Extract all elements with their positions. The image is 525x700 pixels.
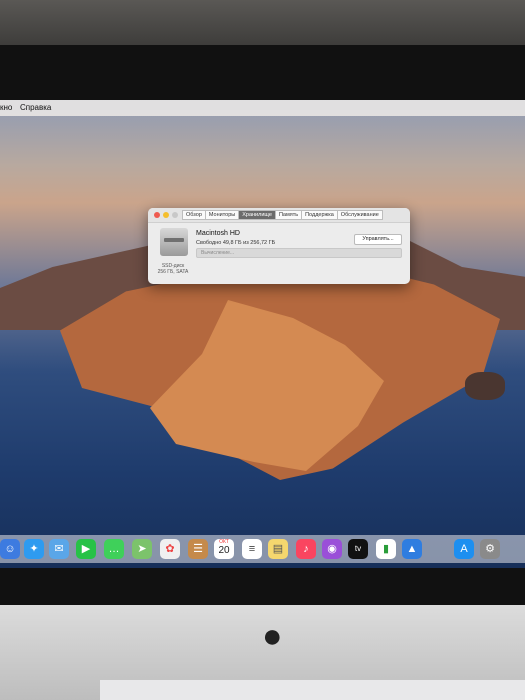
tab-overview[interactable]: Обзор <box>182 210 206 220</box>
calendar-icon[interactable]: ОКТ 20 <box>214 539 234 559</box>
background-wall <box>0 0 525 50</box>
manage-button[interactable]: Управлять... <box>354 234 402 245</box>
tab-service[interactable]: Обслуживание <box>336 210 383 220</box>
podcasts-icon[interactable]: ◉ <box>322 539 342 559</box>
menu-bar: кно Справка <box>0 100 525 116</box>
hard-disk-icon <box>160 228 188 256</box>
music-icon[interactable]: ♪ <box>296 539 316 559</box>
calendar-day: 20 <box>218 545 230 556</box>
sea-rock <box>465 372 505 400</box>
disk-description: SSD-диск 256 ГБ, SATA <box>157 263 189 275</box>
storage-bar: Вычисление... <box>196 248 402 258</box>
tab-bar: Обзор Мониторы Хранилище Память Поддержк… <box>182 210 383 220</box>
tab-memory[interactable]: Память <box>274 210 303 220</box>
menu-item-help[interactable]: Справка <box>20 103 51 112</box>
photos-icon[interactable]: ✿ <box>160 539 180 559</box>
maps-icon[interactable]: ➤ <box>132 539 152 559</box>
appletv-icon[interactable]: tv <box>348 539 368 559</box>
apple-logo-icon: ● <box>262 617 283 655</box>
zoom-icon[interactable] <box>172 212 178 218</box>
storage-bar-status: Вычисление... <box>201 250 235 256</box>
facetime-icon[interactable]: ▶ <box>76 539 96 559</box>
mail-icon[interactable]: ✉ <box>49 539 69 559</box>
settings-icon[interactable]: ⚙ <box>480 539 500 559</box>
volume-name: Macintosh HD <box>196 230 240 237</box>
dock: ☺ ✦ ✉ ▶ … ➤ ✿ ☰ ОКТ 20 ≡ ▤ ♪ ◉ tv ▮ ▲ A … <box>0 535 525 563</box>
finder-icon[interactable]: ☺ <box>0 539 20 559</box>
numbers-icon[interactable]: ▮ <box>376 539 396 559</box>
safari-icon[interactable]: ✦ <box>24 539 44 559</box>
notes-icon[interactable]: ▤ <box>268 539 288 559</box>
tab-support[interactable]: Поддержка <box>301 210 338 220</box>
minimize-icon[interactable] <box>163 212 169 218</box>
appstore-icon[interactable]: A <box>454 539 474 559</box>
reminders-icon[interactable]: ≡ <box>242 539 262 559</box>
messages-icon[interactable]: … <box>104 539 124 559</box>
menu-item-window[interactable]: кно <box>0 103 12 112</box>
window-titlebar[interactable]: Обзор Мониторы Хранилище Память Поддержк… <box>148 208 410 223</box>
tab-storage[interactable]: Хранилище <box>238 210 276 220</box>
close-icon[interactable] <box>154 212 160 218</box>
about-mac-window: Обзор Мониторы Хранилище Память Поддержк… <box>148 208 410 284</box>
contacts-icon[interactable]: ☰ <box>188 539 208 559</box>
desktop-screen: кно Справка Обзор Мониторы Хранилище Пам… <box>0 100 525 568</box>
keynote-icon[interactable]: ▲ <box>402 539 422 559</box>
tab-displays[interactable]: Мониторы <box>204 210 240 220</box>
volume-free-space: Свободно 49,8 ГБ из 256,72 ГБ <box>196 240 276 246</box>
keyboard <box>100 680 525 700</box>
